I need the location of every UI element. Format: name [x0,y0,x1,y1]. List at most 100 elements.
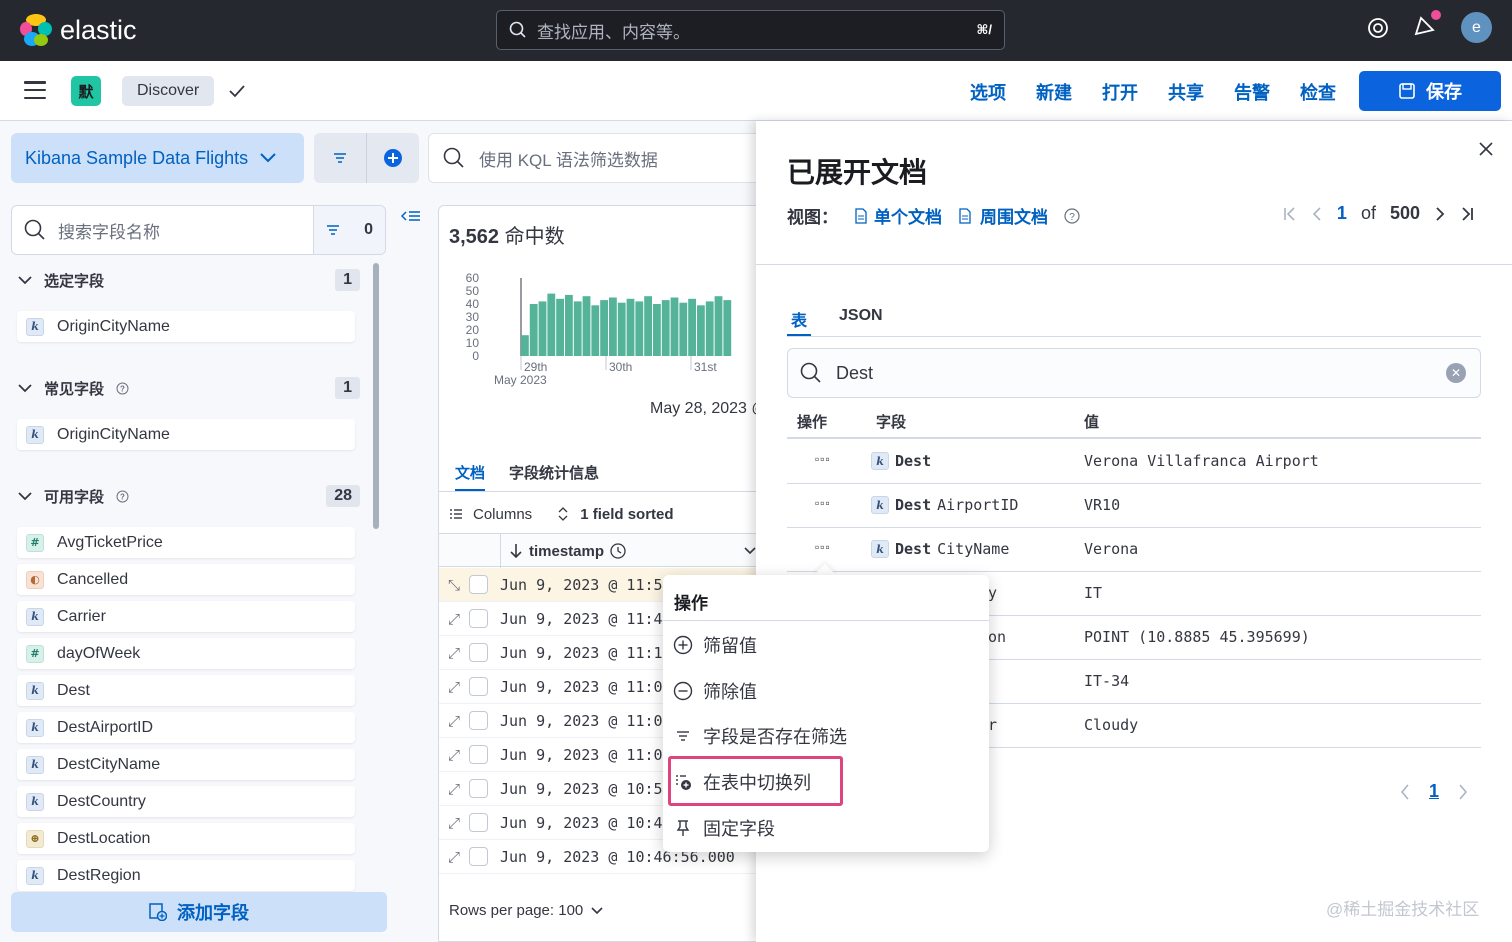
histogram-bar[interactable] [538,301,547,356]
expand-row-icon[interactable]: ⤢ [439,678,469,696]
row-actions-button[interactable]: ▫▫▫ [815,540,831,554]
row-checkbox[interactable] [469,847,488,866]
field-item-destregion[interactable]: k DestRegion [17,860,355,891]
field-item-selected-origincityname[interactable]: k OriginCityName [17,311,355,342]
field-item-dayofweek[interactable]: # dayOfWeek [17,638,355,669]
menu-new[interactable]: 新建 [1036,79,1072,105]
breadcrumb-discover[interactable]: Discover [122,76,215,106]
menu-options[interactable]: 选项 [970,79,1006,105]
help-icon[interactable] [1367,17,1389,39]
question-icon[interactable]: ? [1064,207,1080,224]
histogram-bar[interactable] [582,296,591,356]
row-checkbox[interactable] [469,779,488,798]
row-actions-button[interactable]: ▫▫▫ [815,496,831,510]
histogram-bar[interactable] [547,293,556,356]
popular-fields-header[interactable]: 常见字段 ? 1 [18,374,360,402]
filter-menu-button[interactable] [314,133,367,183]
expand-row-icon[interactable]: ⤢ [439,746,469,764]
menu-share[interactable]: 共享 [1168,79,1204,105]
expand-row-icon[interactable]: ⤢ [439,712,469,730]
row-checkbox[interactable] [469,677,488,696]
available-fields-header[interactable]: 可用字段 ? 28 [18,482,360,510]
tab-field-statistics[interactable]: 字段统计信息 [509,452,599,491]
user-avatar[interactable]: e [1461,12,1492,43]
histogram-bar[interactable] [670,297,679,357]
field-item-destairportid[interactable]: k DestAirportID [17,712,355,743]
row-actions-button[interactable]: ▫▫▫ [815,452,831,466]
question-icon[interactable]: ? [116,490,129,503]
menu-toggle-icon[interactable] [24,81,46,99]
news-feed-icon[interactable] [1413,10,1441,41]
histogram-bar[interactable] [697,305,705,356]
menu-inspect[interactable]: 检查 [1300,79,1336,105]
menu-alerts[interactable]: 告警 [1234,79,1270,105]
filter-for-value-action[interactable]: 筛留值 [673,627,973,663]
add-field-button[interactable]: 添加字段 [11,892,387,932]
histogram-bar[interactable] [635,301,644,356]
first-page-icon[interactable] [1283,206,1297,222]
kql-query-input[interactable]: 使用 KQL 语法筛选数据 [428,133,758,183]
expand-row-icon[interactable]: ⤢ [439,780,469,798]
expand-row-icon[interactable]: ⤢ [439,644,469,662]
single-document-link[interactable]: 单个文档 [854,203,942,228]
field-item-carrier[interactable]: k Carrier [17,601,355,632]
field-filter-button[interactable]: 0 [313,206,385,254]
histogram-bar[interactable] [688,298,696,356]
previous-page-icon[interactable] [1399,783,1411,801]
question-icon[interactable]: ? [116,382,129,395]
field-search-input[interactable]: 搜索字段名称 0 [11,205,386,255]
rows-per-page-select[interactable]: Rows per page: 100 [449,902,603,919]
expand-row-icon[interactable]: ⤢ [439,814,469,832]
document-field-search-input[interactable]: Dest ✕ [787,348,1481,398]
save-button[interactable]: 保存 [1359,71,1501,111]
histogram-bar[interactable] [600,300,608,356]
histogram-bar[interactable] [521,335,529,356]
filter-out-value-action[interactable]: 筛除值 [673,673,973,709]
chevron-down-icon[interactable] [744,547,756,555]
row-checkbox[interactable] [469,575,488,594]
histogram-bar[interactable] [626,298,635,356]
close-icon[interactable] [1478,141,1494,157]
histogram-bar[interactable] [653,304,661,356]
histogram-bar[interactable] [529,304,538,356]
field-item-destcountry[interactable]: k DestCountry [17,786,355,817]
row-checkbox[interactable] [469,745,488,764]
previous-page-icon[interactable] [1311,206,1323,222]
field-item-popular-origincityname[interactable]: k OriginCityName [17,419,355,450]
tab-table[interactable]: 表 [787,301,812,336]
field-item-avgticketprice[interactable]: # AvgTicketPrice [17,527,355,558]
row-checkbox[interactable] [469,813,488,832]
row-checkbox[interactable] [469,609,488,628]
data-view-picker[interactable]: Kibana Sample Data Flights [11,133,304,183]
columns-button[interactable]: Columns [473,506,532,523]
histogram-bar[interactable] [573,301,582,356]
histogram-bar[interactable] [644,296,652,356]
histogram-bar[interactable] [705,301,714,356]
expand-row-icon[interactable]: ⤢ [439,848,469,866]
next-page-icon[interactable] [1457,783,1469,801]
clear-search-icon[interactable]: ✕ [1446,363,1466,383]
field-item-dest[interactable]: k Dest [17,675,355,706]
menu-open[interactable]: 打开 [1102,79,1138,105]
histogram-bar[interactable] [565,294,573,356]
sort-button[interactable]: 1 field sorted [580,506,673,523]
field-item-destlocation[interactable]: ⊕ DestLocation [17,823,355,854]
histogram-bar[interactable] [661,300,670,356]
pin-field-action[interactable]: 固定字段 [673,810,973,846]
next-page-icon[interactable] [1434,206,1446,222]
sidebar-scrollbar[interactable] [373,263,379,529]
page-number[interactable]: 1 [1429,781,1439,802]
histogram-chart[interactable]: 6050403020100 29th 30th 31st May 2023 [449,268,758,398]
histogram-bar[interactable] [617,302,626,356]
histogram-bar[interactable] [591,305,600,356]
histogram-bar[interactable] [679,302,688,356]
last-page-icon[interactable] [1460,206,1474,222]
timestamp-column-header[interactable]: timestamp [500,534,757,568]
collapse-row-icon[interactable]: ⤡ [439,576,469,594]
expand-row-icon[interactable]: ⤢ [439,610,469,628]
histogram-bar[interactable] [714,296,723,356]
filter-exists-action[interactable]: 字段是否存在筛选 [673,718,973,754]
tab-documents[interactable]: 文档 [455,452,486,491]
global-search-input[interactable]: 查找应用、内容等。 ⌘/ [496,10,1005,50]
add-filter-button[interactable] [367,133,419,183]
